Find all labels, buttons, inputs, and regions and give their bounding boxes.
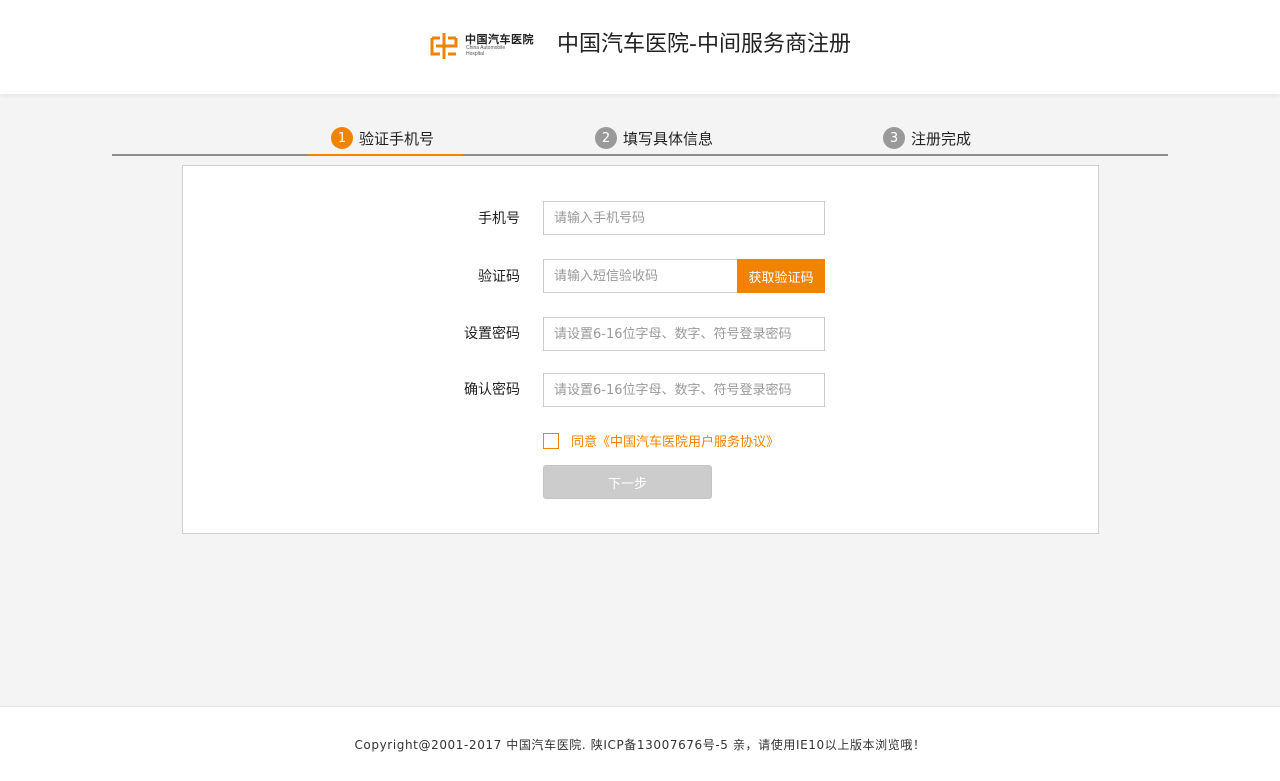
step-number-3: 3	[883, 127, 905, 149]
step-verify-phone: 1 验证手机号	[331, 122, 434, 154]
phone-input[interactable]	[543, 201, 825, 235]
logo-mark-icon	[430, 33, 458, 59]
confirm-password-input[interactable]	[543, 373, 825, 407]
step-complete: 3 注册完成	[883, 122, 971, 154]
registration-steps: 1 验证手机号 2 填写具体信息 3 注册完成	[112, 122, 1168, 156]
site-footer: Copyright@2001-2017 中国汽车医院. 陕ICP备1300767…	[0, 706, 1280, 781]
agreement-row: 同意《中国汽车医院用户服务协议》	[543, 431, 779, 450]
step-label: 注册完成	[911, 129, 972, 148]
registration-form: 手机号 验证码 获取验证码 设置密码 确认密码 同意《中国汽车医院用户服务协议》…	[182, 165, 1099, 534]
sms-code-input[interactable]	[543, 259, 738, 293]
step-label: 填写具体信息	[623, 129, 714, 148]
site-header: 中国汽车医院 China Automobile Hospital 中国汽车医院-…	[0, 0, 1280, 94]
phone-label: 手机号	[478, 211, 520, 227]
step-label: 验证手机号	[359, 129, 435, 148]
page-title: 中国汽车医院-中间服务商注册	[557, 32, 851, 57]
code-label: 验证码	[478, 269, 520, 285]
step-fill-info: 2 填写具体信息	[595, 122, 713, 154]
password-input[interactable]	[543, 317, 825, 351]
agreement-checkbox[interactable]	[543, 432, 559, 449]
agreement-link[interactable]: 同意《中国汽车医院用户服务协议》	[571, 431, 779, 450]
step-number-2: 2	[595, 127, 617, 149]
logo-text-en: China Automobile Hospital	[466, 45, 506, 57]
password-label: 设置密码	[464, 326, 520, 342]
next-step-button[interactable]: 下一步	[543, 465, 712, 499]
copyright-text: Copyright@2001-2017 中国汽车医院. 陕ICP备1300767…	[354, 738, 926, 752]
confirm-password-label: 确认密码	[464, 382, 520, 398]
site-logo[interactable]: 中国汽车医院 China Automobile Hospital	[426, 30, 546, 62]
get-code-button[interactable]: 获取验证码	[737, 259, 825, 293]
step-number-1: 1	[331, 127, 353, 149]
active-step-indicator	[308, 154, 463, 156]
